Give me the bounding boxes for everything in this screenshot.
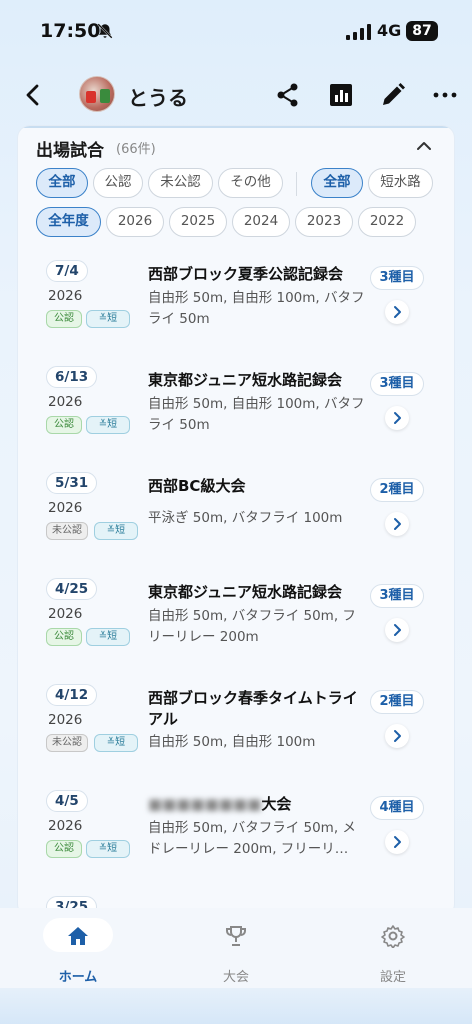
match-date: 4/5 (46, 790, 88, 812)
gear-icon (381, 925, 405, 948)
match-title: 西部BC級大会 (148, 477, 246, 495)
event-count-badge: 2種目 (370, 478, 424, 502)
match-title: 西部ブロック夏季公認記録会 (148, 265, 344, 283)
match-date: 4/25 (46, 578, 98, 600)
trophy-icon (226, 926, 246, 946)
nav-tournaments[interactable]: 大会 (186, 916, 286, 986)
chevron-right-icon[interactable] (385, 724, 409, 748)
app-header: とうる (0, 70, 472, 122)
blurred-name: ■■■■■■■■ (148, 795, 262, 813)
match-title: 西部ブロック春季タイムトライアル (148, 689, 358, 728)
match-item[interactable]: 5/31 2026 未公認 ≚短 西部BC級大会 平泳ぎ 50m, バタフライ … (18, 464, 454, 568)
match-year: 2026 (48, 500, 83, 516)
match-year: 2026 (48, 288, 83, 304)
avatar[interactable] (79, 76, 115, 112)
edit-icon[interactable] (380, 82, 406, 108)
match-events: 自由形 50m, 自由形 100m, バタフライ 50m (148, 396, 365, 433)
unofficial-tag: 未公認 (46, 522, 88, 540)
match-events: 平泳ぎ 50m, バタフライ 100m (148, 510, 343, 526)
nav-settings[interactable]: 設定 (343, 916, 443, 986)
short-pool-tag: ≚短 (86, 840, 130, 858)
chevron-right-icon[interactable] (385, 300, 409, 324)
section-count: (66件) (116, 142, 156, 157)
filter-year-all[interactable]: 全年度 (36, 207, 101, 237)
match-date: 4/12 (46, 684, 98, 706)
short-pool-tag: ≚短 (94, 734, 138, 752)
filter-year-2024[interactable]: 2024 (232, 207, 290, 237)
nav-label: ホーム (58, 970, 98, 985)
event-count-badge: 3種目 (370, 584, 424, 608)
battery-indicator: 87 (406, 21, 438, 41)
bottom-nav: ホーム 大会 設定 (0, 908, 472, 988)
match-year: 2026 (48, 394, 83, 410)
short-pool-tag: ≚短 (86, 628, 130, 646)
nav-label: 設定 (379, 970, 406, 985)
unofficial-tag: 未公認 (46, 734, 88, 752)
nav-home[interactable]: ホーム (28, 916, 128, 986)
event-count-badge: 3種目 (370, 266, 424, 290)
match-events: 自由形 50m, 自由形 100m (148, 734, 316, 750)
filter-short-pool[interactable]: 短水路 (368, 168, 433, 198)
official-tag: 公認 (46, 310, 82, 328)
match-title: 東京都ジュニア短水路記録会 (148, 371, 342, 389)
home-indicator-area (0, 988, 472, 1024)
filter-official[interactable]: 公認 (93, 168, 143, 198)
official-tag: 公認 (46, 840, 82, 858)
match-date: 6/13 (46, 366, 98, 388)
short-pool-tag: ≚短 (86, 310, 130, 328)
nav-label: 大会 (222, 970, 249, 985)
event-count-badge: 3種目 (370, 372, 424, 396)
event-count-badge: 2種目 (370, 690, 424, 714)
match-year: 2026 (48, 818, 83, 834)
match-item[interactable]: 7/4 2026 公認 ≚短 西部ブロック夏季公認記録会 自由形 50m, 自由… (18, 252, 454, 356)
network-type: 4G (377, 21, 402, 40)
match-events: 自由形 50m, バタフライ 50m, フリーリレー 200m (148, 608, 356, 645)
filter-other[interactable]: その他 (218, 168, 283, 198)
matches-card: 出場試合 (66件) 全部 公認 未公認 その他 全部 短水路 全年度 2026… (18, 126, 454, 916)
match-year: 2026 (48, 606, 83, 622)
status-time: 17:50 (40, 20, 101, 42)
filter-year-2023[interactable]: 2023 (295, 207, 353, 237)
match-item[interactable]: 4/25 2026 公認 ≚短 東京都ジュニア短水路記録会 自由形 50m, バ… (18, 570, 454, 674)
match-item[interactable]: 4/5 2026 公認 ≚短 ■■■■■■■■大会 自由形 50m, バタフライ… (18, 782, 454, 886)
short-pool-tag: ≚短 (86, 416, 130, 434)
filter-divider (296, 172, 297, 196)
match-title: 東京都ジュニア短水路記録会 (148, 583, 342, 601)
chevron-right-icon[interactable] (385, 406, 409, 430)
chevron-right-icon[interactable] (385, 618, 409, 642)
match-events: 自由形 50m, バタフライ 50m, メドレーリレー 200m, フリーリ… (148, 820, 356, 857)
match-item[interactable]: 4/12 2026 未公認 ≚短 西部ブロック春季タイムトライアル 自由形 50… (18, 676, 454, 780)
match-title-suffix: 大会 (261, 795, 292, 813)
official-tag: 公認 (46, 416, 82, 434)
user-name: とうる (128, 86, 188, 110)
filter-year-2025[interactable]: 2025 (169, 207, 227, 237)
match-item[interactable]: 6/13 2026 公認 ≚短 東京都ジュニア短水路記録会 自由形 50m, 自… (18, 358, 454, 462)
share-icon[interactable] (275, 82, 301, 108)
status-bar: 17:50 4G 87 (0, 0, 472, 62)
bell-off-icon (97, 23, 113, 39)
section-title: 出場試合 (36, 141, 104, 161)
chevron-right-icon[interactable] (385, 512, 409, 536)
home-icon (68, 927, 88, 945)
stats-icon[interactable] (328, 82, 354, 108)
more-icon[interactable] (432, 82, 458, 108)
match-title: ■■■■■■■■大会 (148, 794, 368, 815)
filter-official-all[interactable]: 全部 (36, 168, 88, 198)
filter-year-2026[interactable]: 2026 (106, 207, 164, 237)
card-divider (18, 126, 454, 128)
official-tag: 公認 (46, 628, 82, 646)
match-date: 7/4 (46, 260, 88, 282)
filter-unofficial[interactable]: 未公認 (148, 168, 213, 198)
match-date: 5/31 (46, 472, 98, 494)
chevron-up-icon[interactable] (414, 136, 434, 156)
filter-year-2022[interactable]: 2022 (358, 207, 416, 237)
signal-icon (346, 24, 371, 40)
match-events: 自由形 50m, 自由形 100m, バタフライ 50m (148, 290, 365, 327)
match-year: 2026 (48, 712, 83, 728)
chevron-right-icon[interactable] (385, 830, 409, 854)
short-pool-tag: ≚短 (94, 522, 138, 540)
event-count-badge: 4種目 (370, 796, 424, 820)
back-icon[interactable] (18, 80, 48, 110)
filter-pool-all[interactable]: 全部 (311, 168, 363, 198)
